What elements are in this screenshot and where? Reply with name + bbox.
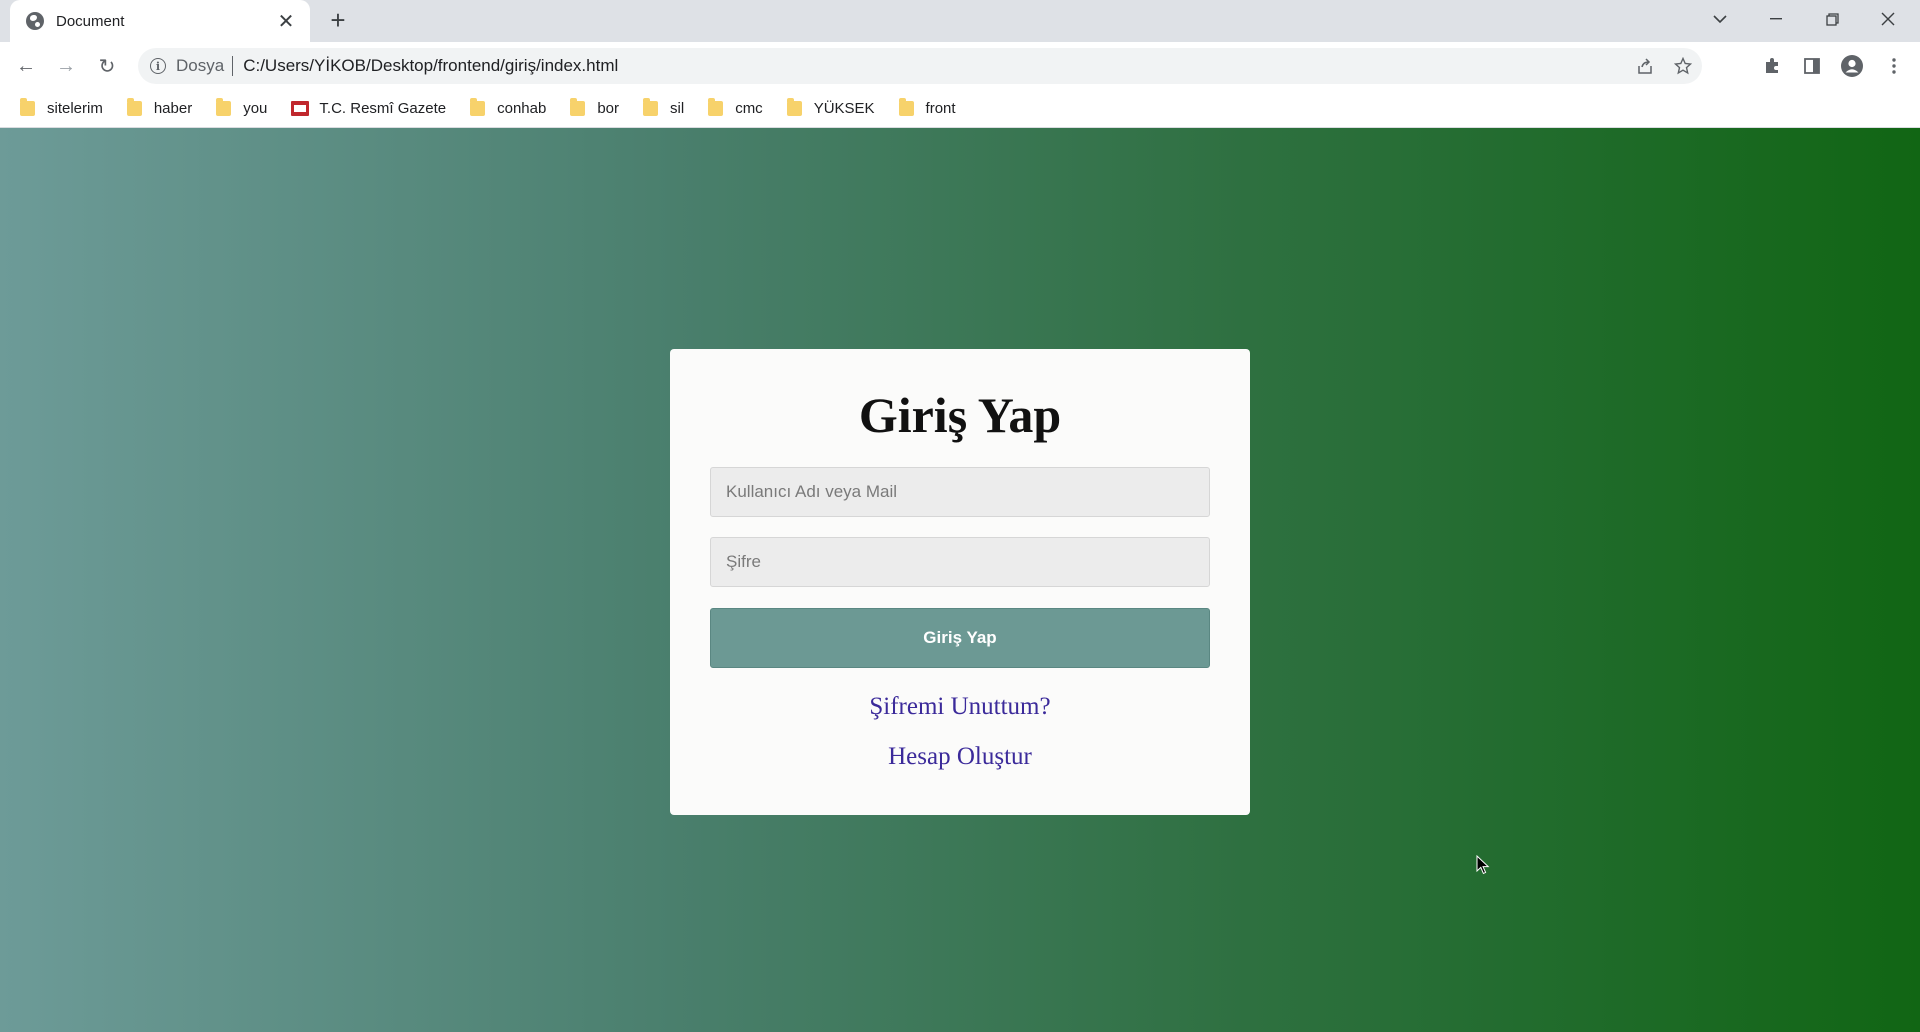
- username-input[interactable]: [710, 467, 1210, 517]
- login-button[interactable]: Giriş Yap: [710, 608, 1210, 668]
- bookmark-resmi-gazete[interactable]: T.C. Resmî Gazete: [291, 100, 446, 117]
- bookmark-sil[interactable]: sil: [643, 98, 685, 117]
- puzzle-icon: [1766, 58, 1778, 73]
- divider: [232, 56, 234, 76]
- bookmark-label: sil: [670, 100, 685, 117]
- folder-icon: [643, 98, 659, 116]
- bookmark-label: cmc: [735, 100, 763, 117]
- side-panel-button[interactable]: [1796, 50, 1828, 82]
- page-background: Giriş Yap Giriş Yap Şifremi Unuttum? Hes…: [0, 128, 1920, 1032]
- tab-strip: Document ✕ +: [0, 0, 1920, 42]
- share-icon[interactable]: [1636, 57, 1654, 75]
- bookmark-conhab[interactable]: conhab: [470, 98, 547, 117]
- side-panel-icon: [1804, 58, 1820, 74]
- scheme-label: Dosya: [176, 56, 225, 75]
- folder-icon: [570, 98, 586, 116]
- bookmark-label: sitelerim: [47, 100, 103, 117]
- extensions-button[interactable]: [1756, 50, 1788, 82]
- folder-icon: [898, 98, 914, 116]
- kebab-menu-icon: [1892, 58, 1896, 74]
- bookmark-yuksek[interactable]: YÜKSEK: [786, 98, 875, 117]
- bookmarks-bar: sitelerim haber you T.C. Resmî Gazete co…: [0, 90, 1920, 128]
- address-bar[interactable]: i Dosya C:/Users/YİKOB/Desktop/frontend/…: [138, 48, 1702, 84]
- bookmark-label: conhab: [497, 100, 547, 117]
- gazette-icon: [291, 101, 310, 116]
- login-card: Giriş Yap Giriş Yap Şifremi Unuttum? Hes…: [670, 349, 1250, 815]
- reload-button[interactable]: ↻: [91, 50, 123, 82]
- bookmark-haber[interactable]: haber: [126, 98, 193, 117]
- bookmark-label: T.C. Resmî Gazete: [319, 100, 447, 117]
- avatar-icon: [1841, 55, 1863, 77]
- folder-icon: [786, 98, 802, 116]
- globe-icon: [26, 12, 44, 30]
- tab-search-button[interactable]: [1692, 0, 1748, 38]
- folder-icon: [708, 98, 724, 116]
- browser-toolbar: ← → ↻ i Dosya C:/Users/YİKOB/Desktop/fro…: [0, 42, 1920, 90]
- close-icon: [1881, 12, 1895, 26]
- info-icon[interactable]: i: [150, 58, 166, 74]
- bookmark-label: front: [925, 100, 956, 117]
- bookmark-bor[interactable]: bor: [570, 98, 620, 117]
- folder-icon: [216, 98, 232, 116]
- forgot-password-link[interactable]: Şifremi Unuttum?: [710, 693, 1210, 721]
- forward-button[interactable]: →: [50, 50, 82, 82]
- folder-icon: [126, 98, 142, 116]
- new-tab-button[interactable]: +: [324, 6, 352, 34]
- star-icon[interactable]: [1674, 57, 1692, 75]
- login-heading: Giriş Yap: [858, 387, 1062, 443]
- chevron-down-icon: [1713, 14, 1727, 23]
- password-input[interactable]: [710, 537, 1210, 587]
- bookmark-sitelerim[interactable]: sitelerim: [20, 98, 103, 117]
- bookmark-label: YÜKSEK: [813, 100, 875, 117]
- bookmark-label: you: [243, 100, 268, 117]
- folder-icon: [20, 98, 35, 116]
- bookmark-label: haber: [153, 100, 193, 117]
- menu-button[interactable]: [1878, 50, 1910, 82]
- bookmark-cmc[interactable]: cmc: [708, 98, 763, 117]
- tab-document[interactable]: Document ✕: [10, 0, 310, 42]
- tab-close-icon[interactable]: ✕: [276, 9, 296, 34]
- restore-button[interactable]: [1804, 0, 1860, 38]
- close-window-button[interactable]: [1860, 0, 1916, 38]
- minimize-button[interactable]: [1748, 0, 1804, 38]
- url-text[interactable]: C:/Users/YİKOB/Desktop/frontend/giriş/in…: [243, 56, 618, 76]
- bookmark-label: bor: [597, 100, 620, 117]
- restore-icon: [1825, 12, 1839, 26]
- omnibox-actions: [1636, 48, 1692, 84]
- bookmark-you[interactable]: you: [216, 98, 268, 117]
- create-account-link[interactable]: Hesap Oluştur: [710, 743, 1210, 771]
- minimize-icon: [1770, 18, 1782, 20]
- mouse-cursor-icon: [1476, 855, 1490, 875]
- tab-title: Document: [56, 12, 125, 30]
- folder-icon: [470, 98, 486, 116]
- profile-button[interactable]: [1836, 50, 1868, 82]
- bookmark-front[interactable]: front: [898, 98, 956, 117]
- back-button[interactable]: ←: [10, 50, 42, 82]
